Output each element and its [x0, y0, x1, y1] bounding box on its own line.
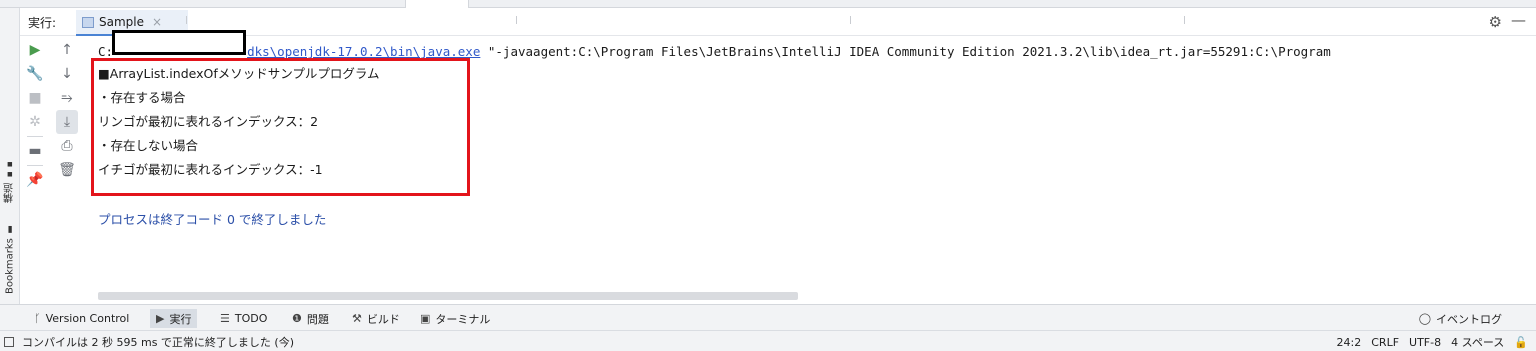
- output-highlight-frame: [91, 58, 470, 196]
- arrow-up-icon[interactable]: ↑: [56, 38, 78, 62]
- terminal-icon: ▣: [420, 312, 431, 325]
- pin-icon[interactable]: 📌: [24, 168, 46, 192]
- structure-tool-tab[interactable]: 構造 ▪▪: [2, 156, 18, 206]
- minimize-icon[interactable]: —: [1511, 11, 1526, 29]
- header-divider: [516, 16, 517, 24]
- structure-icon: ▪▪: [5, 159, 15, 179]
- build-label: ビルド: [366, 312, 400, 326]
- run-tool-tab[interactable]: ▶ 実行: [150, 309, 198, 328]
- stop-icon[interactable]: ■: [24, 86, 46, 110]
- run-config-icon: [82, 16, 94, 28]
- header-divider: [186, 16, 187, 24]
- run-panel-header: 実行: Sample × ⚙ —: [20, 8, 1536, 36]
- redaction-box: [112, 30, 246, 55]
- lock-icon[interactable]: 🔓: [1514, 336, 1528, 349]
- horizontal-scrollbar[interactable]: [98, 292, 798, 300]
- editor-tab-strip: [0, 0, 1536, 8]
- problems-label: 問題: [306, 312, 329, 326]
- branch-icon: ᚴ: [34, 312, 41, 325]
- event-log-icon: ◯: [1418, 312, 1431, 325]
- header-divider: [1184, 16, 1185, 24]
- java-exe-link[interactable]: dks\openjdk-17.0.2\bin\java.exe: [247, 44, 480, 59]
- close-icon[interactable]: ×: [152, 15, 162, 29]
- event-log-label: イベントログ: [1436, 312, 1502, 326]
- terminal-tab[interactable]: ▣ ターミナル: [414, 309, 496, 328]
- cmd-arguments: "-javaagent:C:\Program Files\JetBrains\I…: [480, 44, 1331, 59]
- editor-tab-fragment[interactable]: [405, 0, 469, 8]
- structure-label: 構造: [4, 183, 16, 203]
- list-icon: ☰: [220, 312, 230, 325]
- layout-icon[interactable]: ▬: [24, 139, 46, 163]
- soft-wrap-icon[interactable]: ⥱: [56, 86, 78, 110]
- problems-tab[interactable]: ❶ 問題: [286, 309, 335, 328]
- run-toolbar-primary: ▶ 🔧 ■ ✲ ▬ 📌: [23, 38, 47, 192]
- status-toggle-icon[interactable]: [4, 337, 14, 347]
- version-control-label: Version Control: [45, 312, 130, 325]
- trash-icon[interactable]: 🗑: [56, 158, 78, 182]
- run-label: 実行:: [28, 16, 57, 30]
- run-tool-label: 実行: [169, 312, 192, 326]
- bookmarks-label: Bookmarks: [4, 238, 16, 294]
- bookmark-icon: ▮: [5, 224, 15, 235]
- print-icon[interactable]: ⎙: [56, 134, 78, 158]
- wrench-icon[interactable]: 🔧: [24, 62, 46, 86]
- left-tool-stripe: 構造 ▪▪ Bookmarks ▮: [0, 8, 20, 304]
- terminal-label: ターミナル: [435, 312, 491, 326]
- bottom-tool-bar: ᚴ Version Control ▶ 実行 ☰ TODO ❶ 問題 ⚒ ビルド ▣ ターミ…: [0, 304, 1536, 330]
- event-log-tab[interactable]: ◯ イベントログ: [1413, 309, 1508, 328]
- toolbar-separator: [27, 165, 43, 166]
- todo-label: TODO: [234, 312, 268, 325]
- tab-sample-label: Sample: [99, 15, 144, 29]
- line-separator[interactable]: CRLF: [1371, 336, 1399, 349]
- status-message: コンパイルは 2 秒 595 ms で正常に終了しました (今): [22, 336, 295, 349]
- status-bar: コンパイルは 2 秒 595 ms で正常に終了しました (今) 24:2 CR…: [0, 330, 1536, 351]
- cmd-prefix: C:: [98, 44, 114, 59]
- run-icon[interactable]: ▶: [24, 38, 46, 62]
- process-exit-message: プロセスは終了コード 0 で終了しました: [98, 212, 327, 227]
- hammer-icon: ⚒: [352, 312, 362, 325]
- version-control-tab[interactable]: ᚴ Version Control: [28, 309, 135, 328]
- play-icon: ▶: [156, 312, 165, 325]
- problems-icon: ❶: [292, 312, 302, 325]
- scroll-to-end-icon[interactable]: ⤓: [56, 110, 78, 134]
- gear-icon[interactable]: ⚙: [1489, 13, 1502, 31]
- header-divider: [850, 16, 851, 24]
- status-message-area[interactable]: コンパイルは 2 秒 595 ms で正常に終了しました (今): [4, 334, 294, 350]
- debug-bug-icon[interactable]: ✲: [24, 110, 46, 134]
- file-encoding[interactable]: UTF-8: [1409, 336, 1441, 349]
- run-toolbar-secondary: ↑ ↓ ⥱ ⤓ ⎙ 🗑: [55, 38, 79, 182]
- arrow-down-icon[interactable]: ↓: [56, 62, 78, 86]
- caret-position[interactable]: 24:2: [1337, 336, 1362, 349]
- status-widgets: 24:2 CRLF UTF-8 4 スペース 🔓: [1337, 334, 1528, 350]
- toolbar-separator: [27, 136, 43, 137]
- todo-tab[interactable]: ☰ TODO: [214, 309, 273, 328]
- indent-setting[interactable]: 4 スペース: [1451, 334, 1504, 350]
- build-tab[interactable]: ⚒ ビルド: [346, 309, 406, 328]
- bookmarks-tool-tab[interactable]: Bookmarks ▮: [2, 216, 18, 302]
